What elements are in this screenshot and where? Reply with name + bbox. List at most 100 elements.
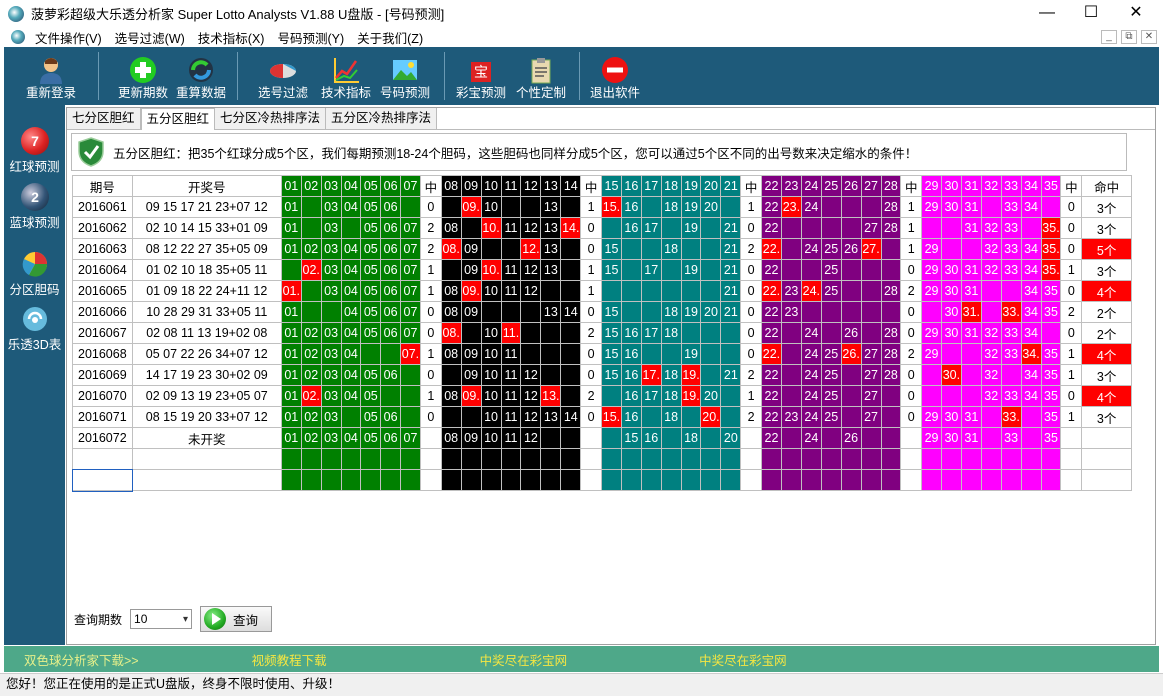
zone-hit-count: 0: [740, 343, 763, 365]
number-cell: 25: [820, 385, 842, 407]
maximize-button[interactable]: ☐: [1068, 0, 1114, 27]
menu-file[interactable]: 文件操作(V): [35, 28, 102, 47]
minimize-button[interactable]: —: [1024, 0, 1070, 27]
number-cell: 14: [560, 406, 582, 428]
number-cell: 13: [540, 406, 562, 428]
number-cell: 33.: [1000, 406, 1022, 428]
empty-number-cell: [660, 469, 682, 491]
number-cell: 04: [340, 259, 362, 281]
link-caibao-2[interactable]: 中奖尽在彩宝网: [699, 650, 787, 669]
customize-button[interactable]: 个性定制: [511, 47, 571, 105]
table-row[interactable]: 2016068 05 07 22 26 34+07 12 01 02 03 04 07. 1 0…: [72, 343, 1132, 365]
number-cell: 03: [320, 343, 342, 365]
number-cell: 26: [840, 238, 862, 260]
number-cell: 30.: [940, 364, 962, 386]
header-number: 34: [1020, 175, 1042, 197]
number-cell: 03: [320, 238, 342, 260]
sidebar-item-blue-ball[interactable]: 2 蓝球预测: [4, 181, 65, 237]
number-cell: [940, 385, 962, 407]
number-cell: 15: [601, 343, 622, 365]
query-button[interactable]: 查询: [200, 606, 273, 632]
sidebar-item-zone-dan[interactable]: 分区胆码: [4, 248, 65, 304]
number-cell: 34: [1020, 280, 1042, 302]
tab-seven-zone-hotcold[interactable]: 七分区冷热排序法: [215, 108, 327, 129]
close-button[interactable]: ✕: [1113, 0, 1159, 27]
zone-hit-count: 0: [1060, 280, 1083, 302]
number-cell: [640, 238, 662, 260]
tab-seven-zone-dan[interactable]: 七分区胆红: [67, 108, 141, 129]
table-row[interactable]: 2016072 未开奖 01 02 03 04 05 06 07 08 09 10 11 12 15 16 18…: [72, 427, 1132, 449]
recycle-icon: [189, 58, 213, 82]
sidebar-item-red-ball[interactable]: 7 红球预测: [4, 125, 65, 181]
period-select[interactable]: 10 ▾: [130, 609, 193, 629]
empty-number-cell: [1040, 448, 1062, 470]
sidebar-item-3d-table[interactable]: 乐透3D表: [4, 303, 65, 359]
link-video-tutorial[interactable]: 视频教程下载: [252, 650, 327, 669]
tab-five-zone-hotcold[interactable]: 五分区冷热排序法: [326, 108, 438, 129]
zone-hit-count: 2: [580, 322, 603, 344]
recalc-button[interactable]: 重算数据: [171, 47, 231, 105]
link-caibao-1[interactable]: 中奖尽在彩宝网: [480, 650, 568, 669]
number-cell: 31: [960, 217, 982, 239]
empty-number-cell: [800, 469, 822, 491]
number-cell: 10: [480, 406, 502, 428]
number-cell: 10: [480, 280, 502, 302]
relogin-button[interactable]: 重新登录: [4, 47, 98, 105]
menu-about[interactable]: 关于我们(Z): [357, 28, 423, 47]
mdi-app-icon[interactable]: [11, 30, 25, 44]
number-cell: 11: [500, 427, 522, 449]
number-cell: [720, 196, 742, 218]
zone-hit-count: 0: [1060, 322, 1083, 344]
mdi-minimize-button[interactable]: _: [1101, 30, 1117, 44]
number-cell: [601, 280, 622, 302]
predict-button[interactable]: 号码预测: [374, 47, 436, 105]
mdi-close-button[interactable]: ✕: [1141, 30, 1157, 44]
number-cell: 11: [500, 343, 522, 365]
indicators-button[interactable]: 技术指标: [318, 47, 374, 105]
table-row[interactable]: 2016062 02 10 14 15 33+01 09 01 03 05 06 07 2 08…: [72, 217, 1132, 239]
header-number: 29: [921, 175, 942, 197]
table-row[interactable]: 2016064 01 02 10 18 35+05 11 02. 03 04 05 06 07…: [72, 259, 1132, 281]
zone-hit-count: 0: [900, 322, 923, 344]
zone-hit-count: 1: [580, 259, 603, 281]
number-cell: [960, 343, 982, 365]
table-row[interactable]: 2016070 02 09 13 19 23+05 07 01 02. 03 04 05 1 0…: [72, 385, 1132, 407]
empty-row[interactable]: [72, 448, 1132, 470]
empty-row[interactable]: [71, 468, 1132, 492]
number-cell: 10: [480, 385, 502, 407]
zone-hit-count: 2: [580, 385, 603, 407]
table-row[interactable]: 2016069 14 17 19 23 30+02 09 01 02 03 04 05 06 0…: [72, 364, 1132, 386]
number-cell: 19: [680, 196, 702, 218]
zone-hit-count: 0: [740, 280, 763, 302]
menu-indicators[interactable]: 技术指标(X): [198, 28, 265, 47]
table-row[interactable]: 2016071 08 15 19 20 33+07 12 01 02 03 05 06 0 10…: [72, 406, 1132, 428]
number-cell: [780, 238, 802, 260]
header-number: 27: [860, 175, 882, 197]
update-periods-button[interactable]: 更新期数: [115, 47, 171, 105]
table-row[interactable]: 2016065 01 09 18 22 24+11 12 01. 03 04 05 06 07…: [72, 280, 1132, 302]
play-icon: [204, 608, 227, 630]
table-row[interactable]: 2016063 08 12 22 27 35+05 09 01 02 03 04 05 06 0…: [72, 238, 1132, 260]
empty-number-cell: [960, 448, 982, 470]
number-cell: 08.: [440, 322, 462, 344]
exit-button[interactable]: 退出软件: [584, 47, 646, 105]
mdi-restore-button[interactable]: ⧉: [1121, 30, 1137, 44]
menu-predict[interactable]: 号码预测(Y): [277, 28, 344, 47]
number-cell: 09.: [460, 196, 482, 218]
table-row[interactable]: 2016067 02 08 11 13 19+02 08 01 02 03 04 05 06 0…: [72, 322, 1132, 344]
tab-five-zone-dan[interactable]: 五分区胆红: [140, 108, 216, 130]
number-cell: 01: [280, 196, 302, 218]
empty-number-cell: [921, 469, 942, 491]
filter-button[interactable]: 选号过滤: [248, 47, 318, 105]
number-cell: [921, 364, 942, 386]
table-row[interactable]: 2016066 10 28 29 31 33+05 11 01 04 05 06 07 0 08…: [72, 301, 1132, 323]
menu-filter[interactable]: 选号过滤(W): [115, 28, 185, 47]
number-cell: 20.: [700, 406, 722, 428]
table-row[interactable]: 2016061 09 15 17 21 23+07 12 01 03 04 05 06 0 09…: [72, 196, 1132, 218]
number-cell: 05: [360, 259, 382, 281]
empty-mid: [419, 448, 442, 470]
number-cell: [440, 406, 462, 428]
number-cell: 04: [340, 280, 362, 302]
caibao-predict-button[interactable]: 宝 彩宝预测: [451, 47, 511, 105]
link-ssq-download[interactable]: 双色球分析家下载>>: [24, 650, 139, 669]
